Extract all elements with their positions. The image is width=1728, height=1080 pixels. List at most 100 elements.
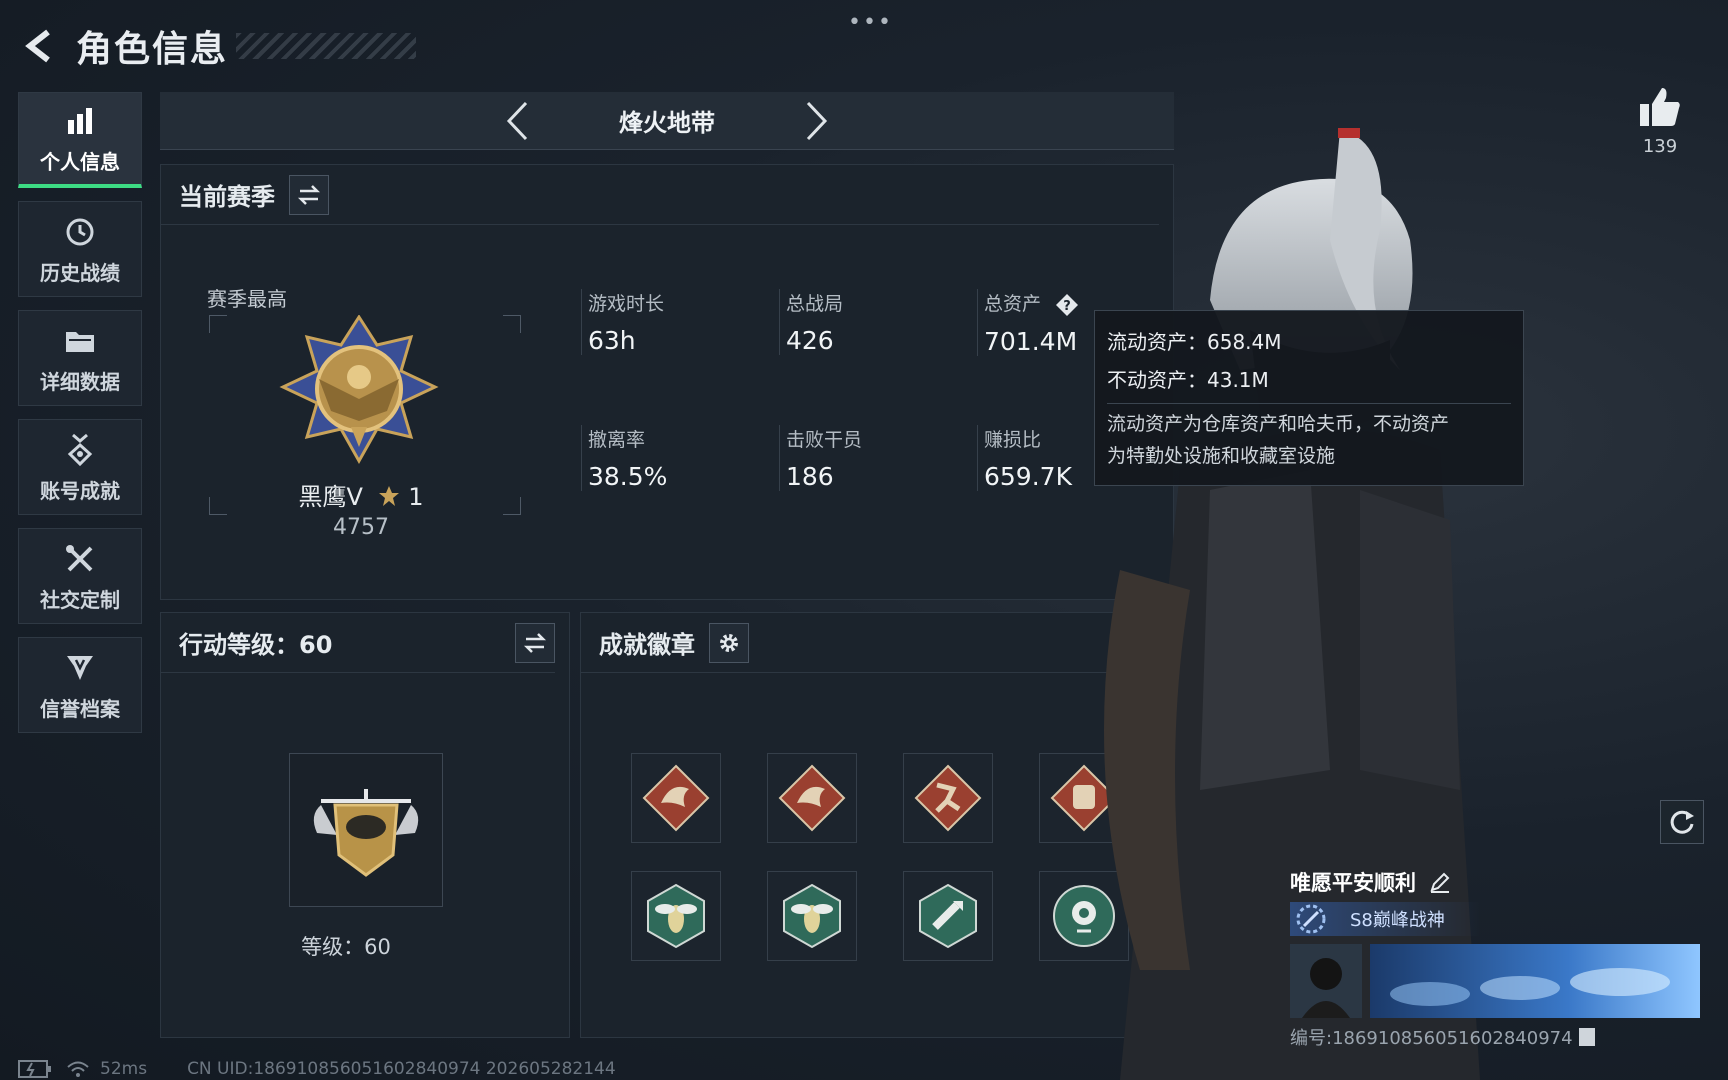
runner-badge-icon	[914, 764, 982, 832]
mode-selector: 烽火地带	[160, 92, 1174, 150]
player-banner[interactable]	[1370, 944, 1700, 1018]
swap-icon	[523, 632, 547, 653]
season-panel-header: 当前赛季	[161, 165, 1159, 225]
total-assets-label: 总资产	[984, 293, 1042, 315]
title-decoration	[236, 33, 417, 59]
avatar-portrait-icon	[1290, 944, 1362, 1018]
level-panel-title: 行动等级：60	[179, 631, 333, 659]
badge-grid	[631, 753, 1129, 961]
medal-icon	[65, 431, 95, 469]
player-title-bar: S8巅峰战神	[1290, 902, 1480, 936]
dragon-badge-icon	[642, 764, 710, 832]
rank-score: 4757	[333, 515, 389, 540]
swap-icon	[297, 184, 321, 205]
helicopter-emblem-icon	[313, 789, 419, 877]
more-options-dots[interactable]: •••	[848, 10, 893, 35]
player-id: 编号:186910856051602840974	[1290, 1028, 1573, 1049]
page-title: 角色信息	[76, 29, 229, 70]
switch-level-button[interactable]	[515, 622, 555, 663]
badge-slot[interactable]	[631, 871, 721, 961]
wifi-icon	[67, 1061, 89, 1077]
bullet-badge-icon	[919, 883, 977, 949]
season-panel-title: 当前赛季	[179, 183, 275, 211]
avatar[interactable]	[1290, 944, 1362, 1018]
gear-icon	[720, 633, 738, 652]
player-id-row: 编号:186910856051602840974	[1290, 1024, 1710, 1050]
sidebar-item-social-customize[interactable]: 社交定制	[18, 528, 142, 624]
badge-slot[interactable]	[631, 753, 721, 843]
season-panel: 当前赛季 赛季最高 黑鹰V 1 4757 游戏时长 63h 总战局 426 总资…	[160, 164, 1174, 600]
status-footer: 52ms CN UID:186910856051602840974 202605…	[18, 1058, 616, 1080]
rank-name-row: 黑鹰V 1	[161, 477, 561, 512]
player-card-images	[1290, 944, 1710, 1018]
badge-slot[interactable]	[767, 871, 857, 961]
tools-icon	[64, 540, 96, 578]
top-bar: 角色信息	[18, 18, 417, 74]
fixed-assets-text: 不动资产：43.1M	[1107, 368, 1269, 392]
star-icon	[378, 486, 399, 506]
chevron-left-icon	[506, 101, 528, 140]
uid-text: CN UID:186910856051602840974 20260528214…	[187, 1059, 616, 1079]
next-mode-button[interactable]	[787, 92, 847, 150]
level-emblem-box	[289, 753, 443, 907]
stat-extract-rate: 撤离率 38.5%	[581, 425, 761, 491]
season-best-label: 赛季最高	[207, 287, 287, 311]
wasp-badge-icon	[783, 883, 841, 949]
rank-star-count: 1	[408, 483, 424, 511]
stat-value: 38.5%	[588, 462, 668, 491]
level-text: 等级：60	[301, 935, 391, 959]
stat-label: 游戏时长	[588, 293, 665, 315]
sidebar-item-label: 个人信息	[40, 150, 120, 174]
player-card: 唯愿平安顺利 S8巅峰战神 编号:186910856051602840974	[1290, 864, 1710, 1050]
stat-kills: 击败干员 186	[779, 425, 959, 491]
sidebar-item-personal-info[interactable]: 个人信息	[18, 92, 142, 188]
title-emblem-icon	[1296, 904, 1326, 934]
stat-label: 击败干员	[786, 429, 863, 451]
ping-text: 52ms	[100, 1059, 148, 1079]
sidebar: 个人信息 历史战绩 详细数据 账号成就 社交定制 信誉档案	[18, 92, 144, 746]
badge-slot[interactable]	[903, 753, 993, 843]
player-name-row: 唯愿平安顺利	[1290, 864, 1710, 900]
rank-emblem-icon	[279, 315, 439, 465]
sidebar-item-label: 详细数据	[40, 369, 120, 394]
sidebar-item-label: 社交定制	[40, 587, 120, 612]
player-title: S8巅峰战神	[1350, 910, 1445, 931]
stat-playtime: 游戏时长 63h	[581, 289, 761, 355]
liquid-assets-text: 流动资产：658.4M	[1107, 330, 1282, 354]
thumbs-up-icon	[1640, 88, 1680, 126]
edit-pencil-icon[interactable]	[1428, 870, 1452, 894]
assets-tooltip: 流动资产：658.4M 不动资产：43.1M 流动资产为仓库资产和哈夫币，不动资…	[1094, 310, 1524, 486]
back-arrow-icon	[25, 29, 50, 63]
frame-corner	[503, 315, 521, 333]
sidebar-item-credit-record[interactable]: 信誉档案	[18, 637, 142, 733]
stat-value: 426	[786, 326, 834, 355]
sidebar-item-achievements[interactable]: 账号成就	[18, 419, 142, 515]
rank-name: 黑鹰V	[298, 483, 363, 511]
back-button[interactable]	[18, 24, 62, 68]
rotate-view-button[interactable]	[1660, 800, 1704, 844]
mode-title: 烽火地带	[619, 109, 715, 137]
badge-slot[interactable]	[767, 753, 857, 843]
chevron-right-icon	[806, 101, 828, 140]
like-count: 139	[1642, 136, 1678, 157]
sidebar-item-detailed-data[interactable]: 详细数据	[18, 310, 142, 406]
prev-mode-button[interactable]	[487, 92, 547, 150]
switch-season-button[interactable]	[289, 174, 329, 215]
badge-settings-button[interactable]	[709, 622, 749, 663]
stat-label: 总战局	[786, 293, 844, 315]
level-panel: 行动等级：60 等级：60	[160, 612, 570, 1038]
like-button[interactable]: 139	[1632, 86, 1688, 157]
stat-total-matches: 总战局 426	[779, 289, 959, 355]
stat-value: 63h	[588, 326, 636, 355]
assets-description-line-2: 为特勤处设施和收藏室设施	[1107, 445, 1336, 467]
player-name: 唯愿平安顺利	[1290, 871, 1416, 895]
tooltip-divider	[1107, 403, 1511, 404]
copy-icon[interactable]	[1578, 1028, 1595, 1046]
sidebar-item-history[interactable]: 历史战绩	[18, 201, 142, 297]
assets-description-line-1: 流动资产为仓库资产和哈夫币，不动资产	[1107, 413, 1450, 435]
bar-chart-icon	[65, 102, 95, 140]
badge-slot[interactable]	[903, 871, 993, 961]
wasp-badge-icon	[647, 883, 705, 949]
folder-icon	[64, 322, 96, 360]
battery-icon	[18, 1060, 51, 1078]
